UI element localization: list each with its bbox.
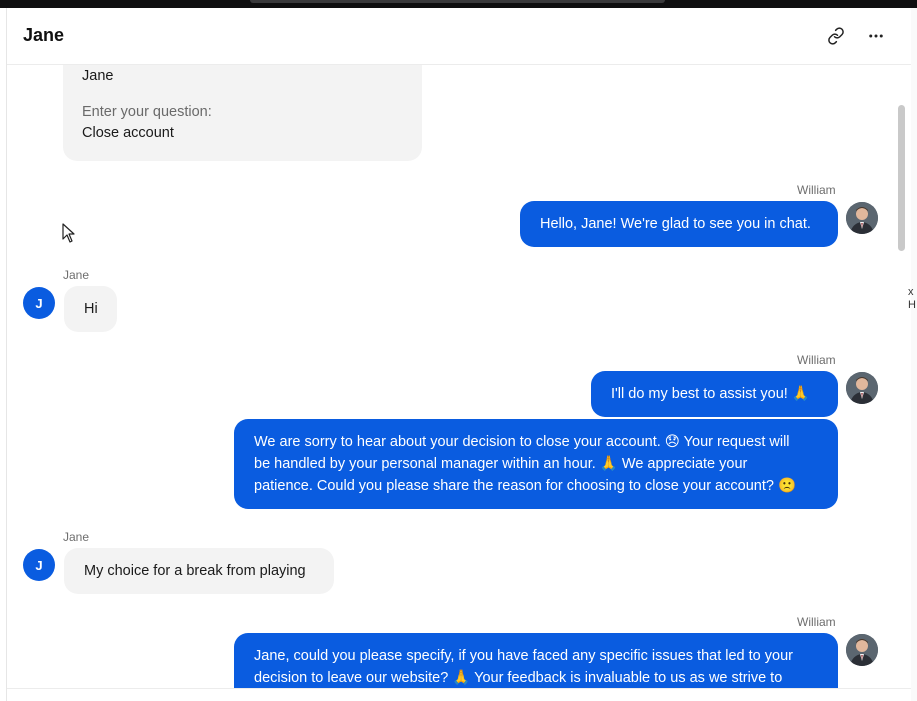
user-avatar: J	[23, 287, 55, 319]
message-text: I'll do my best to assist you! 🙏	[611, 386, 810, 402]
agent-photo-icon	[846, 202, 878, 234]
background-page-edge	[911, 8, 917, 701]
copy-link-button[interactable]	[824, 24, 848, 48]
agent-avatar	[846, 634, 878, 666]
message-text: Hi	[84, 301, 98, 317]
agent-photo-icon	[846, 634, 878, 666]
more-horizontal-icon	[869, 34, 883, 38]
sender-name: Jane	[63, 530, 90, 544]
form-question-value: Close account	[82, 125, 174, 141]
outgoing-message: I'll do my best to assist you! 🙏	[591, 371, 838, 417]
composer-top-border	[7, 688, 912, 701]
message-line: patience. Could you please share the rea…	[254, 478, 796, 494]
background-fragment: H	[908, 299, 916, 311]
incoming-message: My choice for a break from playing	[64, 548, 334, 594]
agent-avatar	[846, 372, 878, 404]
message-line: be handled by your personal manager with…	[254, 456, 748, 472]
message-line: decision to leave our website? 🙏 Your fe…	[254, 670, 783, 686]
message-line: Jane, could you please specify, if you h…	[254, 648, 793, 664]
mouse-cursor-icon	[62, 223, 75, 243]
form-summary-card: Jane Enter your question: Close account	[63, 65, 422, 161]
chat-title: Jane	[23, 25, 65, 45]
form-partial-value: Jane	[82, 68, 114, 84]
message-list[interactable]: Jane Enter your question: Close account …	[7, 65, 912, 688]
sender-name: William	[797, 615, 836, 629]
incoming-message: Hi	[64, 286, 117, 332]
outgoing-message: We are sorry to hear about your decision…	[234, 419, 838, 509]
link-icon	[828, 27, 844, 45]
agent-photo-icon	[846, 372, 878, 404]
outgoing-message: Hello, Jane! We're glad to see you in ch…	[520, 201, 838, 247]
message-text: My choice for a break from playing	[84, 563, 306, 579]
agent-avatar	[846, 202, 878, 234]
outgoing-message: Jane, could you please specify, if you h…	[234, 633, 838, 688]
sender-name: William	[797, 353, 836, 367]
sender-name: William	[797, 183, 836, 197]
message-line: We are sorry to hear about your decision…	[254, 434, 790, 450]
form-question-label: Enter your question:	[82, 104, 212, 120]
chat-window: Jane Jane Enter your question: Close acc…	[6, 8, 913, 701]
sender-name: Jane	[63, 268, 90, 282]
chat-header: Jane	[7, 8, 912, 65]
message-list-scrollbar[interactable]	[898, 105, 905, 251]
message-text: Hello, Jane! We're glad to see you in ch…	[540, 216, 811, 232]
top-bar-notch	[250, 0, 665, 3]
user-avatar: J	[23, 549, 55, 581]
more-options-button[interactable]	[864, 24, 888, 48]
os-top-bar	[0, 0, 917, 8]
background-fragment: x	[908, 286, 914, 298]
